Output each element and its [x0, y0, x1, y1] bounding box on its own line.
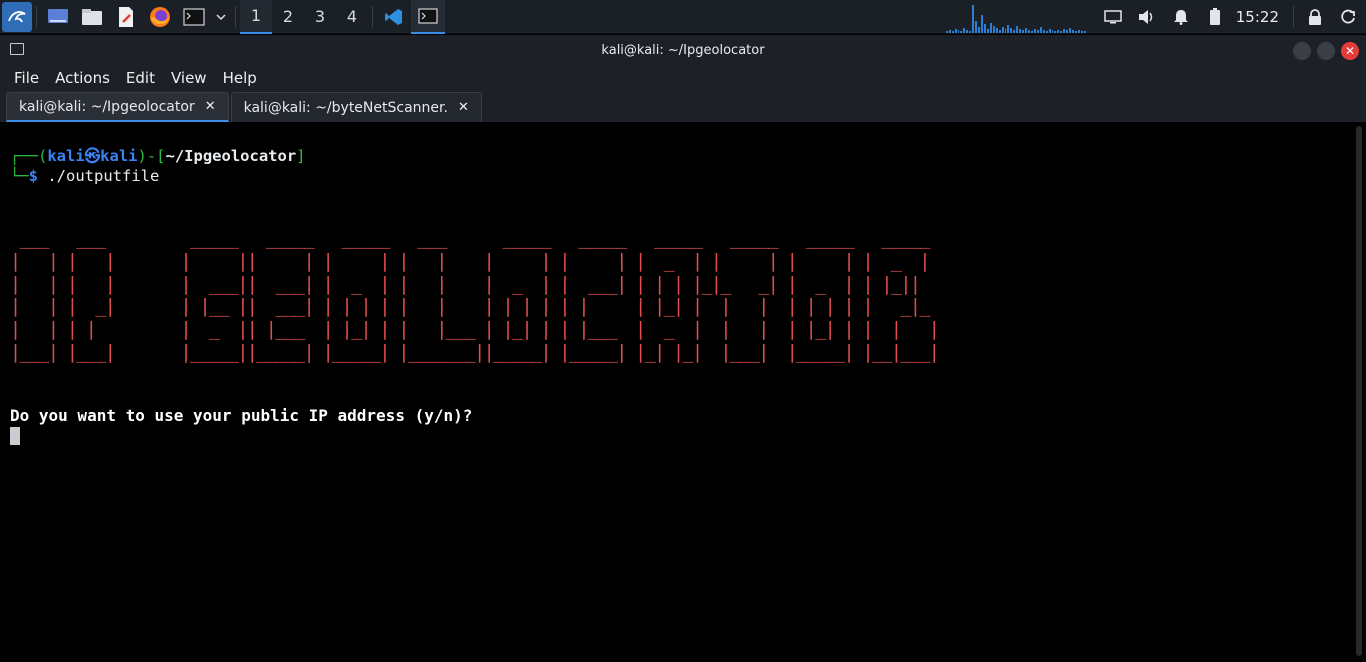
chevron-down-icon[interactable] — [214, 3, 228, 31]
command-line: └─$ ./outputfile — [10, 166, 159, 186]
menu-actions[interactable]: Actions — [47, 69, 118, 87]
prompt-host: kali — [100, 147, 138, 165]
terminal-icon[interactable] — [180, 3, 208, 31]
prompt-corner: └─ — [10, 167, 29, 185]
desktop-icon[interactable] — [44, 3, 72, 31]
workspace-4[interactable]: 4 — [336, 0, 368, 34]
display-icon[interactable] — [1096, 0, 1130, 34]
lock-icon[interactable] — [1298, 0, 1332, 34]
scrollbar[interactable] — [1356, 126, 1362, 656]
firefox-icon[interactable] — [146, 3, 174, 31]
tab-bar: kali@kali: ~/Ipgeolocator ✕ kali@kali: ~… — [0, 91, 1366, 122]
window-title: kali@kali: ~/Ipgeolocator — [601, 42, 765, 58]
ascii-line: | | | | | _ || |___ | |_| | | |___ | |_|… — [10, 319, 940, 341]
workspace-1[interactable]: 1 — [240, 0, 272, 34]
ascii-line: ___ ___ _____ _____ _____ ___ _____ ____… — [10, 228, 930, 249]
separator — [235, 5, 236, 28]
workspace-label: 2 — [282, 7, 294, 26]
window-titlebar[interactable]: kali@kali: ~/Ipgeolocator ✕ — [0, 35, 1366, 65]
prompt-bracket: ] — [296, 147, 306, 165]
prompt-bracket: )-[ — [137, 147, 166, 165]
tab-label: kali@kali: ~/byteNetScanner. — [243, 99, 448, 116]
separator — [36, 5, 37, 28]
clock[interactable]: 15:22 — [1236, 8, 1279, 26]
text-cursor — [10, 427, 20, 445]
prompt-dir: ~/Ipgeolocator — [165, 147, 297, 165]
volume-icon[interactable] — [1130, 0, 1164, 34]
close-icon[interactable]: ✕ — [458, 100, 469, 115]
minimize-button[interactable] — [1293, 42, 1311, 60]
tab-ipgeolocator[interactable]: kali@kali: ~/Ipgeolocator ✕ — [6, 92, 229, 122]
close-button[interactable]: ✕ — [1341, 42, 1359, 60]
separator — [1293, 6, 1294, 28]
ascii-banner: ___ ___ _____ _____ _____ ___ _____ ____… — [10, 228, 940, 365]
kali-menu-icon[interactable] — [2, 1, 32, 32]
network-graph — [945, 1, 1086, 33]
maximize-button[interactable] — [1317, 42, 1335, 60]
system-tray: 15:22 — [945, 0, 1366, 34]
ascii-line: | | | | | || | | | | | | | | | | _ | | |… — [10, 250, 930, 272]
prompt-dollar: $ — [28, 167, 48, 185]
terminal-icon — [418, 7, 438, 24]
prompt-line: ┌──(kali㉿kali)-[~/Ipgeolocator] — [10, 146, 306, 166]
workspace-label: 3 — [314, 7, 326, 26]
close-icon[interactable]: ✕ — [205, 99, 216, 114]
top-panel: 1 2 3 4 15:22 — [0, 0, 1366, 34]
power-icon[interactable] — [1332, 0, 1366, 34]
workspace-label: 4 — [346, 7, 358, 26]
question-text: Do you want to use your public IP addres… — [10, 406, 473, 425]
command-text: ./outputfile — [47, 167, 160, 185]
menu-view[interactable]: View — [163, 69, 215, 87]
ascii-line: |___| |___| |_____||_____| |_____| |____… — [10, 341, 940, 363]
vscode-icon — [385, 8, 402, 25]
battery-icon[interactable] — [1198, 0, 1232, 34]
terminal-view[interactable]: ┌──(kali㉿kali)-[~/Ipgeolocator] └─$ ./ou… — [0, 122, 1366, 662]
workspace-2[interactable]: 2 — [272, 0, 304, 34]
menu-file[interactable]: File — [6, 69, 47, 87]
tab-bytenetscanner[interactable]: kali@kali: ~/byteNetScanner. ✕ — [230, 92, 482, 122]
text-editor-icon[interactable] — [112, 3, 140, 31]
prompt-at: ㉿ — [84, 147, 101, 165]
tab-label: kali@kali: ~/Ipgeolocator — [19, 98, 195, 115]
menu-help[interactable]: Help — [215, 69, 265, 87]
ascii-line: | | | _| | |__ || ___| | | | | | | | | |… — [10, 296, 930, 318]
prompt-corner: ┌──( — [10, 147, 48, 165]
menu-bar: File Actions Edit View Help — [0, 65, 1366, 91]
dragon-icon — [8, 10, 26, 22]
task-vscode[interactable] — [377, 0, 411, 34]
task-terminal[interactable] — [411, 0, 445, 34]
menu-edit[interactable]: Edit — [118, 69, 163, 87]
prompt-user: kali — [47, 147, 85, 165]
close-icon: ✕ — [1344, 44, 1356, 58]
separator — [372, 5, 373, 28]
window-icon — [10, 43, 24, 55]
launcher-bar: 1 2 3 4 — [0, 0, 445, 34]
workspace-3[interactable]: 3 — [304, 0, 336, 34]
ascii-line: | | | | | ___|| ___| | _ | | | | _ | | _… — [10, 273, 921, 295]
bell-icon[interactable] — [1164, 0, 1198, 34]
workspace-label: 1 — [250, 6, 262, 25]
files-icon[interactable] — [78, 3, 106, 31]
